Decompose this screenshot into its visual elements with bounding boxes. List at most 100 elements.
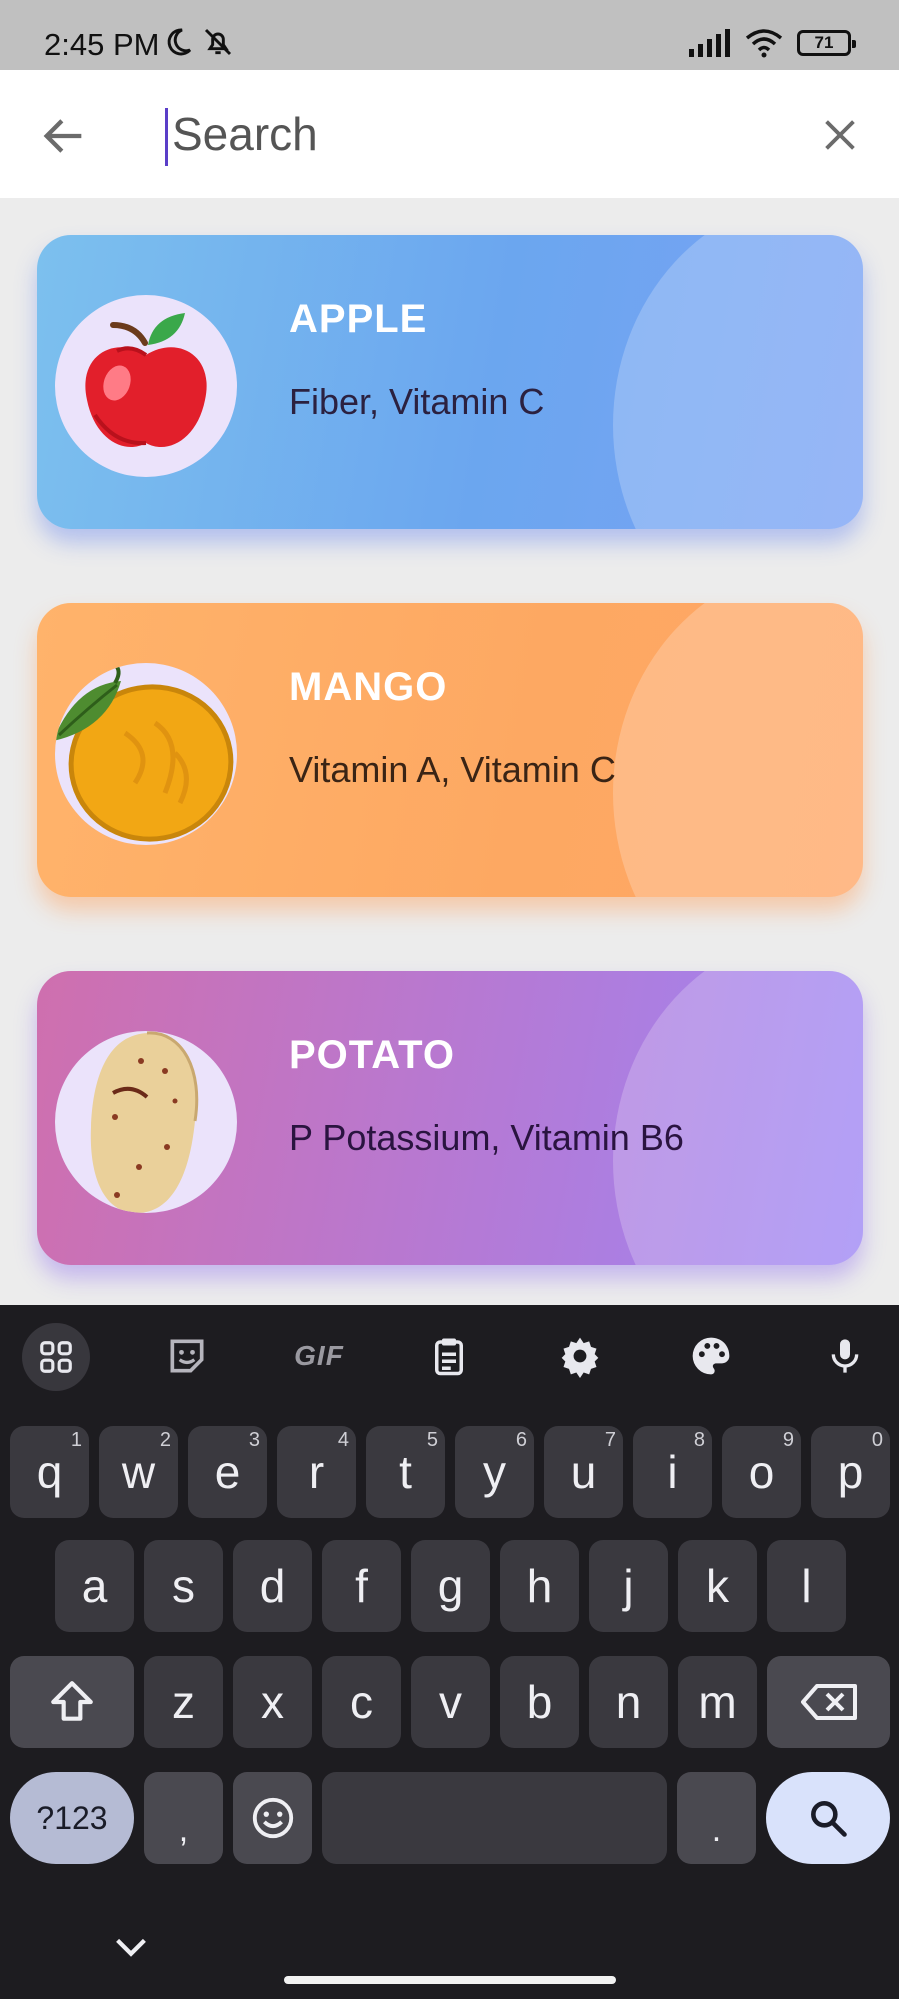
card-decoration	[613, 235, 863, 529]
key-label: k	[706, 1560, 729, 1612]
mic-icon[interactable]	[814, 1325, 876, 1387]
key-label: l	[801, 1560, 812, 1612]
potato-icon	[90, 1031, 199, 1213]
key-label: t	[399, 1446, 412, 1498]
key-label: o	[748, 1446, 775, 1498]
search-bar	[0, 70, 899, 198]
key-w[interactable]: w2	[99, 1426, 178, 1518]
key-r[interactable]: r4	[277, 1426, 356, 1518]
key-label: r	[308, 1446, 325, 1498]
signal-icon	[689, 29, 730, 57]
key-label: d	[259, 1560, 286, 1612]
search-key[interactable]	[766, 1772, 890, 1864]
key-label: e	[214, 1446, 241, 1498]
clipboard-icon[interactable]	[418, 1325, 480, 1387]
comma-key[interactable]: ,	[144, 1772, 223, 1864]
key-label: b	[526, 1676, 553, 1728]
shift-key[interactable]	[10, 1656, 134, 1748]
key-v[interactable]: v	[411, 1656, 490, 1748]
key-label: s	[172, 1560, 195, 1612]
key-f[interactable]: f	[322, 1540, 401, 1632]
gif-button[interactable]: GIF	[286, 1325, 352, 1387]
key-c[interactable]: c	[322, 1656, 401, 1748]
key-o[interactable]: o9	[722, 1426, 801, 1518]
food-card-apple[interactable]: APPLE Fiber, Vitamin C	[37, 235, 863, 529]
key-a[interactable]: a	[55, 1540, 134, 1632]
key-z[interactable]: z	[144, 1656, 223, 1748]
search-icon	[811, 1801, 847, 1837]
symbols-key[interactable]: ?123	[10, 1772, 134, 1864]
backspace-icon	[800, 1684, 857, 1720]
on-screen-keyboard: GIF	[0, 1305, 899, 1999]
key-label: m	[698, 1676, 737, 1728]
food-title: APPLE	[289, 297, 428, 341]
chevron-down-icon[interactable]	[108, 1925, 154, 1971]
backspace-key[interactable]	[767, 1656, 890, 1748]
wifi-icon	[745, 29, 783, 58]
key-p[interactable]: p0	[811, 1426, 890, 1518]
key-label: w	[121, 1446, 156, 1498]
key-label: i	[667, 1446, 678, 1498]
key-y[interactable]: y6	[455, 1426, 534, 1518]
close-icon[interactable]	[817, 112, 863, 158]
key-e[interactable]: e3	[188, 1426, 267, 1518]
key-label: z	[172, 1676, 195, 1728]
space-key[interactable]	[322, 1772, 667, 1864]
key-hint: 0	[871, 1429, 883, 1451]
status-time: 2:45 PM	[44, 27, 160, 62]
battery-icon: 71	[797, 30, 856, 56]
search-input[interactable]	[166, 96, 806, 172]
key-m[interactable]: m	[678, 1656, 757, 1748]
food-nutrients: P Potassium, Vitamin B6	[289, 1117, 684, 1158]
period-key[interactable]: .	[677, 1772, 756, 1864]
key-label: q	[36, 1446, 63, 1498]
palette-icon[interactable]	[680, 1325, 742, 1387]
settings-gear-icon[interactable]	[549, 1325, 611, 1387]
mango-icon	[55, 665, 234, 842]
key-x[interactable]: x	[233, 1656, 312, 1748]
key-g[interactable]: g	[411, 1540, 490, 1632]
battery-level: 71	[814, 33, 834, 52]
home-indicator[interactable]	[284, 1976, 616, 1984]
apple-icon	[85, 313, 207, 448]
key-hint: 7	[604, 1429, 616, 1451]
key-u[interactable]: u7	[544, 1426, 623, 1518]
apps-grid-icon[interactable]	[22, 1323, 90, 1391]
key-h[interactable]: h	[500, 1540, 579, 1632]
key-label: h	[526, 1560, 553, 1612]
keyboard-toolbar: GIF	[0, 1305, 899, 1405]
key-label: p	[837, 1446, 864, 1498]
emoji-key[interactable]	[233, 1772, 312, 1864]
card-decoration	[613, 603, 863, 897]
key-b[interactable]: b	[500, 1656, 579, 1748]
key-q[interactable]: q1	[10, 1426, 89, 1518]
key-k[interactable]: k	[678, 1540, 757, 1632]
avatar-apple	[55, 295, 237, 477]
key-i[interactable]: i8	[633, 1426, 712, 1518]
status-icons-left	[162, 26, 234, 58]
key-l[interactable]: l	[767, 1540, 846, 1632]
symbols-label: ?123	[36, 1799, 108, 1836]
key-label: y	[483, 1446, 506, 1498]
food-card-potato[interactable]: POTATO P Potassium, Vitamin B6	[37, 971, 863, 1265]
avatar-potato	[55, 1031, 237, 1213]
arrow-left-icon[interactable]	[38, 110, 90, 162]
shift-icon	[51, 1681, 93, 1721]
food-title: POTATO	[289, 1033, 455, 1077]
food-nutrients: Fiber, Vitamin C	[289, 381, 545, 422]
key-s[interactable]: s	[144, 1540, 223, 1632]
status-bar: 2:45 PM 71	[0, 0, 899, 70]
key-hint: 4	[337, 1429, 349, 1451]
key-j[interactable]: j	[589, 1540, 668, 1632]
comma-label: ,	[178, 1811, 189, 1849]
key-hint: 2	[159, 1429, 171, 1451]
key-d[interactable]: d	[233, 1540, 312, 1632]
key-t[interactable]: t5	[366, 1426, 445, 1518]
key-hint: 8	[693, 1429, 705, 1451]
key-label: c	[350, 1676, 373, 1728]
sticker-icon[interactable]	[156, 1325, 218, 1387]
emoji-icon	[252, 1797, 293, 1839]
key-hint: 5	[426, 1429, 438, 1451]
food-card-mango[interactable]: MANGO Vitamin A, Vitamin C	[37, 603, 863, 897]
key-n[interactable]: n	[589, 1656, 668, 1748]
